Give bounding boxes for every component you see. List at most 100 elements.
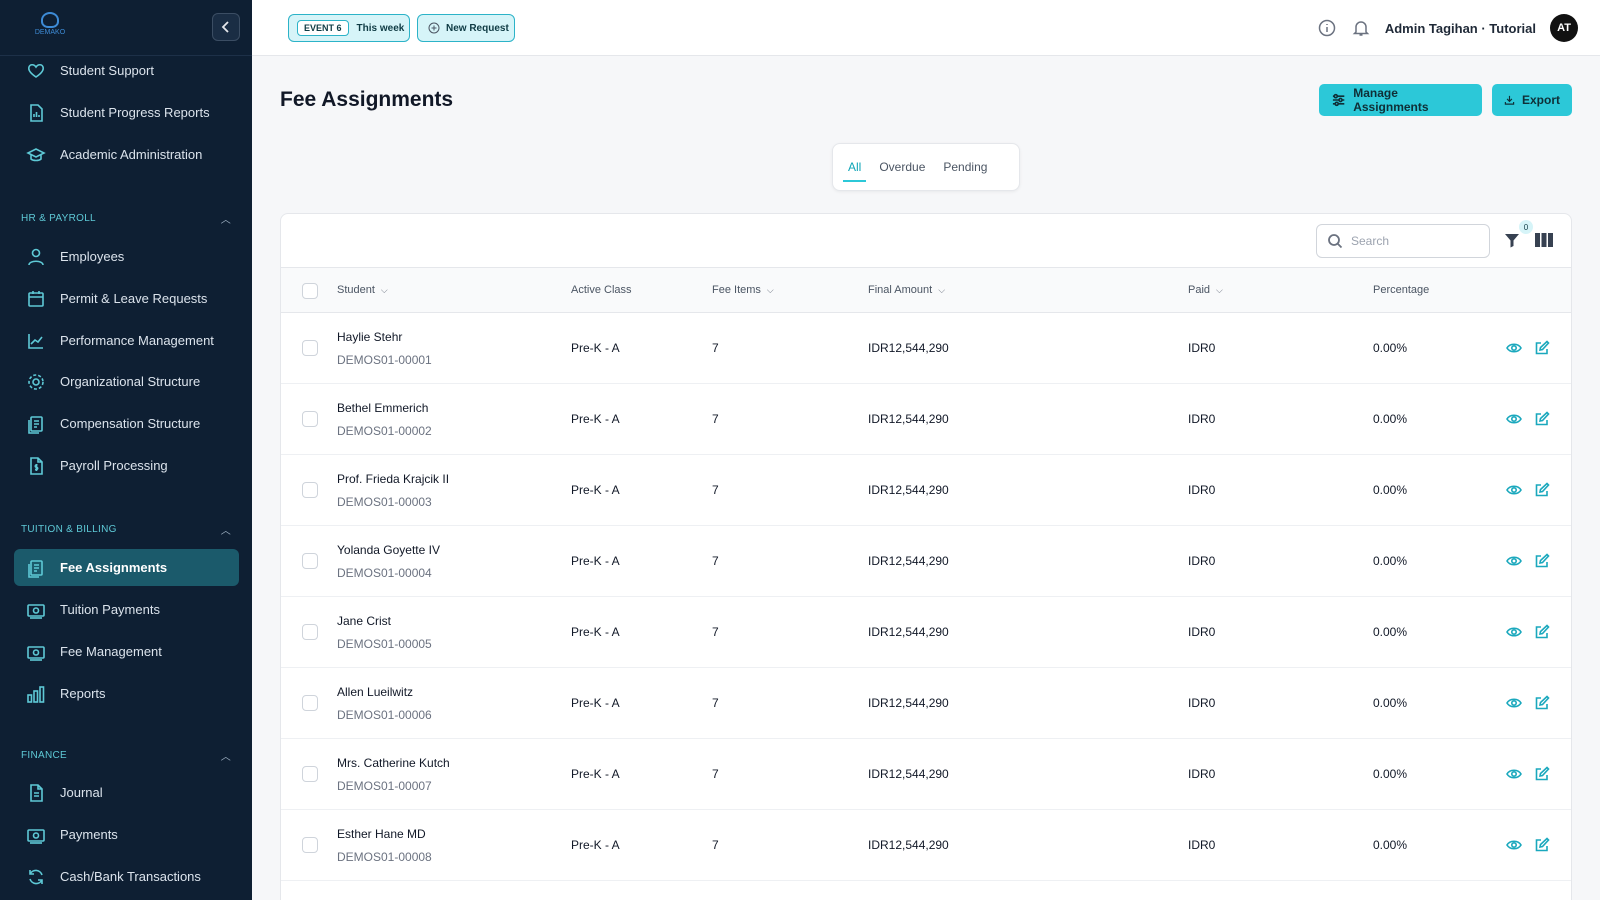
section-finance[interactable]: FINANCE ︿ (21, 748, 231, 763)
export-button[interactable]: Export (1492, 84, 1572, 116)
sidebar-item-tuition-payments[interactable]: Tuition Payments (14, 591, 239, 628)
sidebar-item-permit-leave[interactable]: Permit & Leave Requests (14, 280, 239, 317)
column-final-amount[interactable]: Final Amount ⌵ (868, 284, 945, 296)
row-checkbox[interactable] (302, 340, 318, 356)
row-checkbox[interactable] (302, 624, 318, 640)
tab-overdue[interactable]: Overdue (870, 148, 934, 186)
row-checkbox[interactable] (302, 482, 318, 498)
event-period-selector[interactable]: EVENT 6 This week (288, 14, 410, 42)
info-icon[interactable] (1317, 18, 1337, 38)
filter-icon[interactable] (1503, 231, 1521, 249)
final-amount: IDR12,544,290 (868, 767, 949, 781)
sidebar-item-label: Payments (60, 827, 118, 842)
row-checkbox[interactable] (302, 837, 318, 853)
sidebar-item-academic-administration[interactable]: Academic Administration (14, 136, 239, 173)
sidebar-item-employees[interactable]: Employees (14, 238, 239, 275)
sidebar-item-reports[interactable]: Reports (14, 675, 239, 712)
graduation-cap-icon (26, 145, 46, 165)
edit-icon[interactable] (1534, 695, 1550, 711)
column-student[interactable]: Student ⌵ (337, 284, 388, 296)
table-row[interactable]: Bethel Emmerich DEMOS01-00002 Pre-K - A 7 ID… (281, 384, 1571, 455)
paid-amount: IDR0 (1188, 483, 1216, 497)
edit-icon[interactable] (1534, 837, 1550, 853)
collapse-sidebar-button[interactable] (212, 13, 240, 41)
search-input[interactable]: Search (1316, 224, 1490, 258)
tab-pending[interactable]: Pending (934, 148, 996, 186)
sidebar-item-fee-management[interactable]: Fee Management (14, 633, 239, 670)
view-icon[interactable] (1506, 837, 1522, 853)
table-row[interactable]: Allen Lueilwitz DEMOS01-00006 Pre-K - A 7 ID… (281, 668, 1571, 739)
edit-icon[interactable] (1534, 482, 1550, 498)
view-icon[interactable] (1506, 340, 1522, 356)
sidebar-item-compensation-structure[interactable]: Compensation Structure (14, 405, 239, 442)
sidebar-item-fee-assignments[interactable]: Fee Assignments (14, 549, 239, 586)
row-checkbox[interactable] (302, 553, 318, 569)
select-all-checkbox[interactable] (302, 283, 318, 299)
chevron-up-icon: ︿ (220, 752, 231, 763)
view-icon[interactable] (1506, 624, 1522, 640)
sidebar-item-student-progress-reports[interactable]: Student Progress Reports (14, 94, 239, 131)
view-icon[interactable] (1506, 695, 1522, 711)
edit-icon[interactable] (1534, 411, 1550, 427)
view-icon[interactable] (1506, 553, 1522, 569)
row-checkbox[interactable] (302, 766, 318, 782)
table-row[interactable]: Jane Crist DEMOS01-00005 Pre-K - A 7 IDR12,5… (281, 597, 1571, 668)
view-icon[interactable] (1506, 766, 1522, 782)
sidebar-item-label: Reports (60, 686, 106, 701)
sidebar-item-student-support[interactable]: Student Support (14, 52, 239, 89)
view-icon[interactable] (1506, 411, 1522, 427)
row-checkbox[interactable] (302, 695, 318, 711)
paid-percentage: 0.00% (1373, 696, 1408, 710)
plus-circle-icon (428, 22, 440, 34)
sidebar-item-payroll-processing[interactable]: Payroll Processing (14, 447, 239, 484)
columns-icon[interactable] (1535, 233, 1553, 247)
chart-line-icon (26, 331, 46, 351)
sidebar-item-cash-bank-transactions[interactable]: Cash/Bank Transactions (14, 858, 239, 895)
report-icon (26, 103, 46, 123)
column-paid[interactable]: Paid ⌵ (1188, 284, 1223, 296)
paid-amount: IDR0 (1188, 412, 1216, 426)
view-icon[interactable] (1506, 482, 1522, 498)
table-row[interactable]: Mrs. Catherine Kutch DEMOS01-00007 Pre-K -… (281, 739, 1571, 810)
student-name[interactable]: Mrs. Catherine Kutch (337, 756, 450, 770)
student-name[interactable]: Bethel Emmerich (337, 401, 428, 415)
sidebar-item-journal[interactable]: Journal (14, 774, 239, 811)
student-name[interactable]: Prof. Frieda Krajcik II (337, 472, 449, 486)
student-name[interactable]: Yolanda Goyette IV (337, 543, 440, 557)
table-row[interactable]: Prof. Frieda Krajcik II DEMOS01-00003 Pre-… (281, 455, 1571, 526)
new-request-label: New Request (446, 22, 509, 34)
sidebar-item-label: Journal (60, 785, 103, 800)
sidebar-item-organizational-structure[interactable]: Organizational Structure (14, 363, 239, 400)
column-fee-items[interactable]: Fee Items ⌵ (712, 284, 774, 296)
section-hr-payroll[interactable]: HR & PAYROLL ︿ (21, 211, 231, 226)
student-name[interactable]: Jane Crist (337, 614, 391, 628)
edit-icon[interactable] (1534, 340, 1550, 356)
manage-assignments-button[interactable]: Manage Assignments (1319, 84, 1482, 116)
student-name[interactable]: Allen Lueilwitz (337, 685, 413, 699)
chevron-up-icon: ︿ (220, 526, 231, 537)
column-label: Paid (1188, 284, 1211, 296)
bell-icon[interactable] (1351, 18, 1371, 38)
row-checkbox[interactable] (302, 411, 318, 427)
sidebar-item-performance-management[interactable]: Performance Management (14, 322, 239, 359)
edit-icon[interactable] (1534, 553, 1550, 569)
edit-icon[interactable] (1534, 624, 1550, 640)
student-name[interactable]: Esther Hane MD (337, 827, 426, 841)
paid-percentage: 0.00% (1373, 625, 1408, 639)
sidebar-item-label: Permit & Leave Requests (60, 291, 208, 306)
table-row[interactable]: Esther Hane MD DEMOS01-00008 Pre-K - A 7 IDR… (281, 810, 1571, 881)
table-row[interactable]: Haylie Stehr DEMOS01-00001 Pre-K - A 7 IDR12… (281, 313, 1571, 384)
edit-icon[interactable] (1534, 766, 1550, 782)
table-row[interactable]: Yolanda Goyette IV DEMOS01-00004 Pre-K - A… (281, 526, 1571, 597)
new-request-button[interactable]: New Request (417, 14, 515, 42)
sliders-icon (1332, 93, 1345, 107)
user-name[interactable]: Admin Tagihan · Tutorial (1385, 21, 1536, 36)
sidebar-item-payments[interactable]: Payments (14, 816, 239, 853)
student-code: DEMOS01-00006 (337, 708, 432, 722)
student-name[interactable]: Haylie Stehr (337, 330, 402, 344)
app-logo[interactable]: DEMAKO (30, 12, 70, 40)
refresh-icon (26, 867, 46, 887)
section-tuition-billing[interactable]: TUITION & BILLING ︿ (21, 522, 231, 537)
avatar[interactable]: AT (1550, 14, 1578, 42)
tab-all[interactable]: All (839, 148, 870, 186)
